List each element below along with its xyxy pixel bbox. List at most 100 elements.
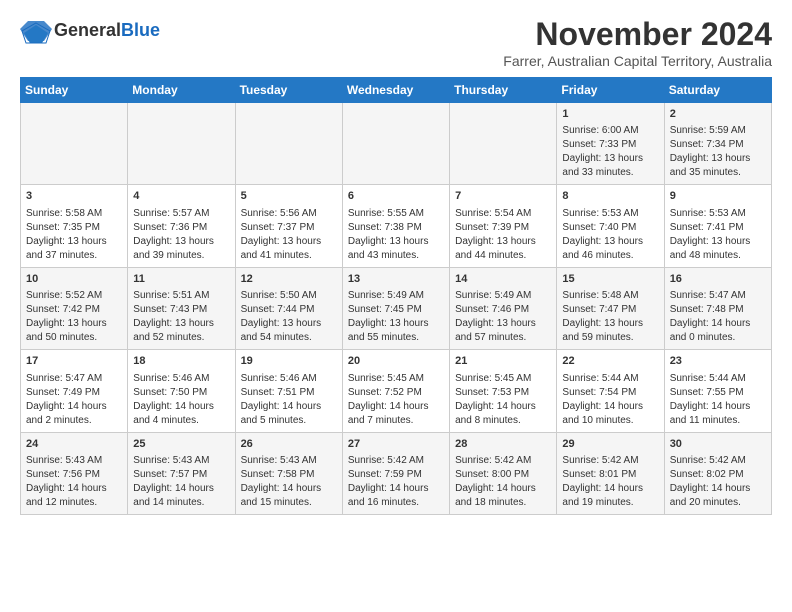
day-header-friday: Friday xyxy=(557,78,664,103)
logo-icon xyxy=(20,21,50,41)
day-info: Sunset: 7:54 PM xyxy=(562,386,658,400)
day-info: and 16 minutes. xyxy=(348,496,444,510)
day-header-sunday: Sunday xyxy=(21,78,128,103)
day-info: Daylight: 14 hours xyxy=(562,482,658,496)
logo: GeneralBlue xyxy=(20,16,160,41)
day-info: Sunrise: 5:43 AM xyxy=(241,454,337,468)
day-info: Sunrise: 5:49 AM xyxy=(348,289,444,303)
day-info: Daylight: 13 hours xyxy=(348,317,444,331)
calendar-cell: 3Sunrise: 5:58 AMSunset: 7:35 PMDaylight… xyxy=(21,185,128,267)
day-info: Daylight: 13 hours xyxy=(562,235,658,249)
day-number: 22 xyxy=(562,354,658,369)
day-info: Daylight: 13 hours xyxy=(562,152,658,166)
day-info: Sunrise: 5:56 AM xyxy=(241,207,337,221)
day-info: Sunset: 7:46 PM xyxy=(455,303,551,317)
calendar-cell: 26 Sunrise: 5:43 AMSunset: 7:58 PMDayligh… xyxy=(235,432,342,514)
month-title: November 2024 xyxy=(503,16,772,53)
calendar-cell: 18Sunrise: 5:46 AMSunset: 7:50 PMDayligh… xyxy=(128,350,235,432)
calendar-cell: 27Sunrise: 5:42 AMSunset: 7:59 PMDayligh… xyxy=(342,432,449,514)
day-number: 23 xyxy=(670,354,766,369)
day-info: Sunrise: 5:48 AM xyxy=(562,289,658,303)
day-number: 3 xyxy=(26,189,122,204)
calendar-cell: 1Sunrise: 6:00 AMSunset: 7:33 PMDaylight… xyxy=(557,103,664,185)
day-info: Daylight: 13 hours xyxy=(455,235,551,249)
day-info: Daylight: 13 hours xyxy=(348,235,444,249)
day-info: Daylight: 13 hours xyxy=(670,152,766,166)
day-info: Daylight: 14 hours xyxy=(241,482,337,496)
day-info: Daylight: 13 hours xyxy=(133,235,229,249)
day-info: Sunset: 7:36 PM xyxy=(133,221,229,235)
day-number: 29 xyxy=(562,437,658,452)
day-info: Daylight: 14 hours xyxy=(348,400,444,414)
day-info: Sunset: 8:01 PM xyxy=(562,468,658,482)
day-info: Sunset: 7:52 PM xyxy=(348,386,444,400)
day-info: Sunrise: 5:45 AM xyxy=(455,372,551,386)
day-info: Sunset: 7:49 PM xyxy=(26,386,122,400)
day-number: 4 xyxy=(133,189,229,204)
day-number: 10 xyxy=(26,272,122,287)
calendar-cell: 7Sunrise: 5:54 AMSunset: 7:39 PMDaylight… xyxy=(450,185,557,267)
calendar-cell xyxy=(235,103,342,185)
day-info: Sunset: 7:57 PM xyxy=(133,468,229,482)
day-number: 24 xyxy=(26,437,122,452)
day-info: and 46 minutes. xyxy=(562,249,658,263)
day-info: Sunrise: 5:42 AM xyxy=(348,454,444,468)
week-row-4: 17Sunrise: 5:47 AMSunset: 7:49 PMDayligh… xyxy=(21,350,772,432)
day-number: 21 xyxy=(455,354,551,369)
day-info: and 44 minutes. xyxy=(455,249,551,263)
day-info: Sunset: 7:44 PM xyxy=(241,303,337,317)
day-number: 28 xyxy=(455,437,551,452)
day-number: 1 xyxy=(562,107,658,122)
day-number: 6 xyxy=(348,189,444,204)
day-number: 11 xyxy=(133,272,229,287)
day-info: Sunset: 7:48 PM xyxy=(670,303,766,317)
day-info: Sunset: 7:58 PM xyxy=(241,468,337,482)
day-info: Sunset: 7:37 PM xyxy=(241,221,337,235)
logo-general-text: General xyxy=(54,20,121,40)
day-number: 15 xyxy=(562,272,658,287)
day-number: 30 xyxy=(670,437,766,452)
day-number: 5 xyxy=(241,189,337,204)
day-number: 13 xyxy=(348,272,444,287)
day-info: Sunrise: 5:50 AM xyxy=(241,289,337,303)
week-row-2: 3Sunrise: 5:58 AMSunset: 7:35 PMDaylight… xyxy=(21,185,772,267)
calendar-cell: 5Sunrise: 5:56 AMSunset: 7:37 PMDaylight… xyxy=(235,185,342,267)
calendar-cell: 11Sunrise: 5:51 AMSunset: 7:43 PMDayligh… xyxy=(128,267,235,349)
day-number: 27 xyxy=(348,437,444,452)
day-header-saturday: Saturday xyxy=(664,78,771,103)
day-info: and 5 minutes. xyxy=(241,414,337,428)
day-info: Daylight: 14 hours xyxy=(670,482,766,496)
day-info: Daylight: 14 hours xyxy=(562,400,658,414)
calendar-cell: 28Sunrise: 5:42 AMSunset: 8:00 PMDayligh… xyxy=(450,432,557,514)
calendar-header-row: SundayMondayTuesdayWednesdayThursdayFrid… xyxy=(21,78,772,103)
day-info: and 7 minutes. xyxy=(348,414,444,428)
day-info: Sunrise: 5:45 AM xyxy=(348,372,444,386)
header: GeneralBlue November 2024 Farrer, Austra… xyxy=(20,16,772,69)
day-number: 18 xyxy=(133,354,229,369)
day-header-tuesday: Tuesday xyxy=(235,78,342,103)
day-info: and 10 minutes. xyxy=(562,414,658,428)
day-info: Daylight: 14 hours xyxy=(670,400,766,414)
day-number: 8 xyxy=(562,189,658,204)
title-area: November 2024 Farrer, Australian Capital… xyxy=(503,16,772,69)
day-number: 9 xyxy=(670,189,766,204)
day-info: Sunset: 7:40 PM xyxy=(562,221,658,235)
calendar-table: SundayMondayTuesdayWednesdayThursdayFrid… xyxy=(20,77,772,515)
calendar-cell xyxy=(342,103,449,185)
day-info: and 37 minutes. xyxy=(26,249,122,263)
day-number: 26 xyxy=(241,437,337,452)
day-number: 20 xyxy=(348,354,444,369)
calendar-cell: 29Sunrise: 5:42 AMSunset: 8:01 PMDayligh… xyxy=(557,432,664,514)
day-info: and 41 minutes. xyxy=(241,249,337,263)
day-info: Daylight: 14 hours xyxy=(455,482,551,496)
day-info: Sunrise: 5:42 AM xyxy=(455,454,551,468)
day-info: Sunrise: 5:52 AM xyxy=(26,289,122,303)
day-info: Sunrise: 5:55 AM xyxy=(348,207,444,221)
day-info: Sunrise: 5:44 AM xyxy=(562,372,658,386)
day-info: and 14 minutes. xyxy=(133,496,229,510)
day-info: and 8 minutes. xyxy=(455,414,551,428)
calendar-cell: 23Sunrise: 5:44 AMSunset: 7:55 PMDayligh… xyxy=(664,350,771,432)
day-info: and 11 minutes. xyxy=(670,414,766,428)
day-info: Sunrise: 5:51 AM xyxy=(133,289,229,303)
day-info: Sunset: 7:43 PM xyxy=(133,303,229,317)
